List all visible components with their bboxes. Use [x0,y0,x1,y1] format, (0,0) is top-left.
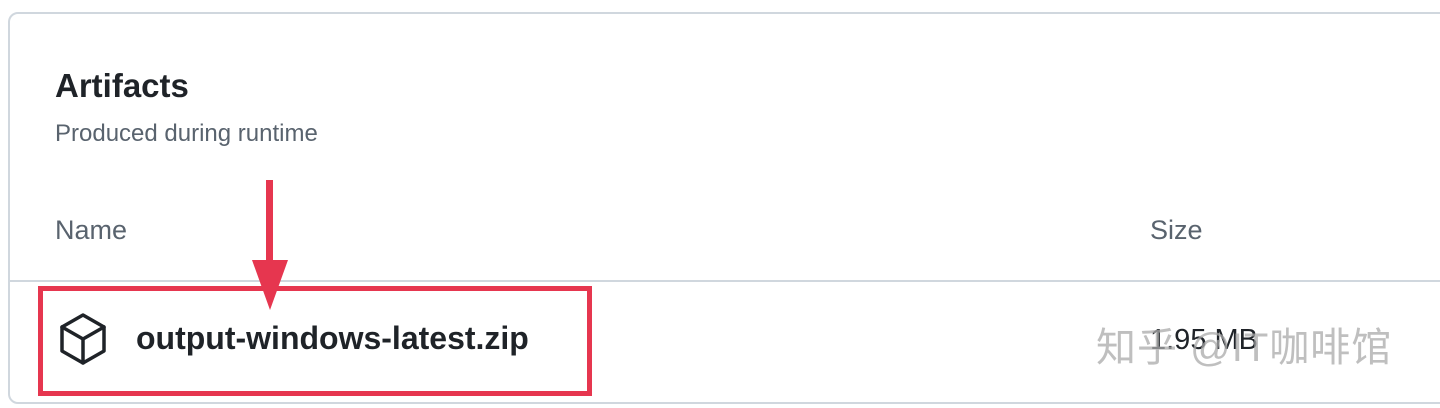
annotation-arrow-icon [252,180,288,310]
watermark: 知乎 @IT咖啡馆 [1096,326,1393,370]
annotation-highlight-box [38,286,592,396]
artifacts-subtitle: Produced during runtime [55,120,318,147]
column-header-size: Size [1150,215,1203,245]
artifacts-title: Artifacts [55,67,189,104]
column-header-name: Name [55,215,128,245]
